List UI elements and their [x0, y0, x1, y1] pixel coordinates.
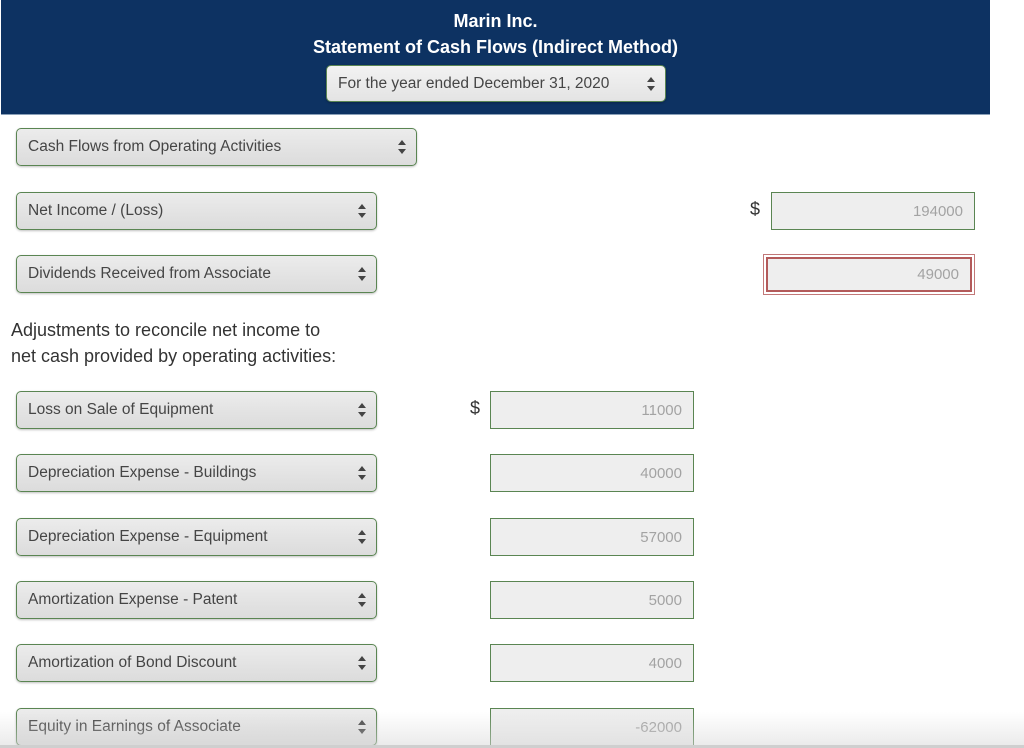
- select-arrows-icon: [358, 593, 366, 607]
- statement-header: Marin Inc. Statement of Cash Flows (Indi…: [1, 0, 990, 115]
- select-arrows-icon: [647, 76, 655, 91]
- dollar-sign: $: [750, 199, 761, 219]
- net-income-select[interactable]: Net Income / (Loss): [16, 192, 377, 230]
- select-arrows-icon: [358, 466, 366, 480]
- adjustment-amount-input[interactable]: 4000: [490, 644, 694, 682]
- row-label: Amortization of Bond Discount: [28, 654, 237, 671]
- adjustment-select[interactable]: Depreciation Expense - Equipment: [16, 518, 377, 556]
- net-income-amount-input[interactable]: 194000: [771, 192, 975, 230]
- adjustment-amount-input[interactable]: 5000: [490, 581, 694, 619]
- adjustments-label: Adjustments to reconcile net income to n…: [11, 317, 336, 369]
- select-arrows-icon: [358, 204, 366, 218]
- row-label: Loss on Sale of Equipment: [28, 401, 214, 418]
- statement-title: Statement of Cash Flows (Indirect Method…: [312, 37, 679, 57]
- adjustment-select[interactable]: Amortization Expense - Patent: [16, 581, 377, 619]
- dividends-received-select[interactable]: Dividends Received from Associate: [16, 255, 377, 293]
- select-arrows-icon: [358, 267, 366, 281]
- row-label: Depreciation Expense - Buildings: [28, 464, 257, 481]
- row-label: Dividends Received from Associate: [28, 265, 271, 282]
- adjustment-select[interactable]: Loss on Sale of Equipment: [16, 391, 377, 429]
- dividends-received-amount-input[interactable]: 49000: [766, 257, 972, 292]
- row-label: Amortization Expense - Patent: [28, 591, 238, 608]
- period-select[interactable]: For the year ended December 31, 2020: [326, 65, 666, 102]
- select-arrows-icon: [358, 656, 366, 670]
- adjustment-amount-input[interactable]: 11000: [490, 391, 694, 429]
- period-select-value: For the year ended December 31, 2020: [338, 74, 610, 92]
- section-select-value: Cash Flows from Operating Activities: [28, 138, 282, 155]
- row-label: Equity in Earnings of Associate: [28, 718, 241, 735]
- adjustment-amount-input[interactable]: 57000: [490, 518, 694, 556]
- adjustment-select[interactable]: Depreciation Expense - Buildings: [16, 454, 377, 492]
- row-label: Depreciation Expense - Equipment: [28, 528, 268, 545]
- adjustment-amount-input[interactable]: -62000: [490, 708, 694, 746]
- select-arrows-icon: [358, 403, 366, 417]
- adjustment-select[interactable]: Amortization of Bond Discount: [16, 644, 377, 682]
- adjustments-label-line2: net cash provided by operating activitie…: [11, 346, 337, 366]
- section-select[interactable]: Cash Flows from Operating Activities: [16, 128, 417, 166]
- adjustments-label-line1: Adjustments to reconcile net income to: [11, 320, 321, 340]
- dollar-sign: $: [470, 398, 481, 418]
- adjustment-amount-input[interactable]: 40000: [490, 454, 694, 492]
- select-arrows-icon: [398, 140, 406, 154]
- adjustment-select[interactable]: Equity in Earnings of Associate: [16, 708, 377, 746]
- select-arrows-icon: [358, 720, 366, 734]
- select-arrows-icon: [358, 530, 366, 544]
- row-label: Net Income / (Loss): [28, 202, 164, 219]
- company-name: Marin Inc.: [453, 11, 538, 31]
